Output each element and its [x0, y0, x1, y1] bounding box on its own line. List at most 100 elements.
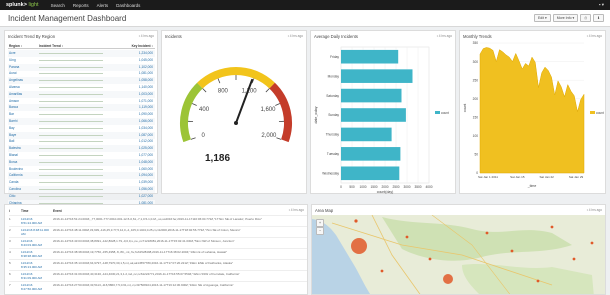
incident-count[interactable]: 1,081,000 [139, 71, 153, 75]
log-row[interactable]: 1 11/12/16 8:51:24.000 AM 2016-11-12T16:51… [9, 215, 307, 225]
incident-count[interactable]: 1,058,000 [139, 78, 153, 82]
log-time[interactable]: 11/12/16 8:27:50.000 AM [21, 283, 49, 291]
log-event[interactable]: 2016-11-12T16:31:09.000Z,40,3130,-124,40… [53, 272, 307, 276]
region-link[interactable]: Alvarsa [9, 85, 20, 89]
region-link[interactable]: Parana [9, 65, 19, 69]
incident-count[interactable]: 1,045,000 [139, 58, 153, 62]
region-link[interactable]: Bali [9, 139, 14, 143]
log-event[interactable]: 2016-11-12T16:51:24.000Z,,,77,0001-777-0… [53, 217, 307, 221]
region-link[interactable]: Carolina [9, 187, 21, 191]
x-tick-label: 0 [340, 185, 342, 189]
incident-count[interactable]: 1,119,000 [139, 105, 153, 109]
y-tick-label: Wednesday [322, 171, 339, 175]
bar[interactable] [341, 88, 402, 103]
more-info-button[interactable]: More Info ▾ [552, 14, 579, 22]
region-link[interactable]: Amarillas [9, 92, 22, 96]
log-time[interactable]: 11/12/16 8:51:24.000 AM [21, 217, 49, 225]
column-header-region[interactable]: Region ↕ [9, 44, 22, 48]
incident-count[interactable]: 1,090,000 [139, 112, 153, 116]
region-link[interactable]: Balestra [9, 146, 21, 150]
log-row[interactable]: 6 11/12/16 8:31:09.000 AM 2016-11-12T16:31… [9, 270, 307, 280]
bar[interactable] [341, 127, 392, 142]
user-menu[interactable]: ▪ ▾ [599, 2, 604, 8]
incident-count[interactable]: 1,071,000 [139, 99, 153, 103]
x-tick-label: Sat Jan 29 [569, 175, 584, 179]
nav-search[interactable]: Search [51, 3, 65, 8]
region-link[interactable]: Amaon [9, 99, 19, 103]
sparkline [39, 107, 103, 109]
region-link[interactable]: Barrhi [9, 119, 18, 123]
region-link[interactable]: Blanal [9, 153, 18, 157]
region-link[interactable]: Aurai [9, 71, 16, 75]
incident-trend-panel: Incident Trend By Region • 4 hrs ago Reg… [4, 30, 158, 217]
incident-count[interactable]: 1,034,000 [139, 126, 153, 130]
nav-dashboards[interactable]: Dashboards [116, 3, 140, 8]
log-time[interactable]: 11/12/16 8:43:03.000 AM [21, 239, 49, 247]
log-event[interactable]: 2016-11-12T16:35:13.000Z,64,9797,-148,79… [53, 261, 307, 265]
incident-count[interactable]: 1,003,000 [139, 92, 153, 96]
export-button[interactable]: ⬇ [593, 14, 604, 22]
area-map[interactable] [312, 215, 606, 295]
incident-count[interactable]: 1,077,000 [139, 153, 153, 157]
incident-count[interactable]: 1,087,000 [139, 133, 153, 137]
incident-count[interactable]: 1,060,000 [139, 167, 153, 171]
log-event[interactable]: 2016-11-12T16:43:03.000Z,38,8091,-122,80… [53, 239, 307, 243]
region-link[interactable]: Bay [9, 126, 15, 130]
log-time[interactable]: 11/12/16 8:35:13.000 AM [21, 261, 49, 269]
log-row[interactable]: 5 11/12/16 8:35:13.000 AM 2016-11-12T16:35… [9, 259, 307, 269]
incident-count[interactable]: 1,234,000 [139, 51, 153, 55]
edit-button[interactable]: Edit ▾ [533, 14, 551, 22]
column-header-time[interactable]: Time [21, 209, 28, 213]
column-header-count[interactable]: Key Incident ↕ [132, 44, 153, 48]
log-row[interactable]: 4 11/12/16 8:38:38.000 AM 2016-11-12T16:38… [9, 248, 307, 258]
log-time[interactable]: 11/12/16 8:48:11.000 AM [21, 228, 49, 236]
nav-alerts[interactable]: Alerts [97, 3, 109, 8]
region-link[interactable]: Bar [9, 112, 14, 116]
region-link[interactable]: Banca [9, 105, 18, 109]
incident-count[interactable]: 1,039,000 [139, 180, 153, 184]
region-link[interactable]: ll-lng [9, 58, 16, 62]
region-link[interactable]: Acre [9, 51, 16, 55]
incident-count[interactable]: 1,025,000 [139, 146, 153, 150]
region-link[interactable]: California [9, 173, 22, 177]
gauge-tick [276, 137, 282, 140]
incident-count[interactable]: 1,066,000 [139, 119, 153, 123]
incident-count[interactable]: 1,140,000 [139, 85, 153, 89]
bar[interactable] [341, 49, 399, 64]
bar[interactable] [341, 166, 400, 181]
area-series[interactable] [479, 47, 585, 174]
column-header-event[interactable]: Event [53, 209, 62, 213]
log-time[interactable]: 11/12/16 8:31:09.000 AM [21, 272, 49, 280]
region-link[interactable]: Canda [9, 180, 18, 184]
log-event[interactable]: 2016-11-12T16:27:50.000Z,33,5113,-116,58… [53, 283, 307, 287]
splunk-logo[interactable]: splunk> light [6, 2, 39, 8]
incident-count[interactable]: 1,102,000 [139, 65, 153, 69]
zoom-out-button[interactable]: − [316, 227, 324, 235]
print-button[interactable]: ⎙ [580, 14, 592, 22]
log-time[interactable]: 11/12/16 8:38:38.000 AM [21, 250, 49, 258]
incident-count[interactable]: 1,012,000 [139, 139, 153, 143]
column-header-trend[interactable]: Incident Trend ↕ [39, 44, 63, 48]
zoom-in-button[interactable]: + [316, 219, 324, 227]
region-link[interactable]: Citio [9, 194, 15, 198]
region-link[interactable]: Borca [9, 160, 17, 164]
incident-count[interactable]: 1,048,000 [139, 160, 153, 164]
incident-count[interactable]: 1,094,000 [139, 173, 153, 177]
log-event[interactable]: 2016-11-12T16:48:11.000Z,33,939,-116,45,… [53, 228, 307, 232]
log-event[interactable]: 2016-11-12T16:38:38.000Z,19,7750,-155,49… [53, 250, 307, 254]
log-row[interactable]: 2 11/12/16 8:48:11.000 AM 2016-11-12T16:48… [9, 226, 307, 236]
sparkline [39, 87, 103, 88]
gauge-tick-label: 800 [218, 89, 229, 95]
log-row[interactable]: 3 11/12/16 8:43:03.000 AM 2016-11-12T16:43… [9, 237, 307, 247]
bar[interactable] [341, 108, 406, 122]
incident-count[interactable]: 1,027,000 [139, 194, 153, 198]
bar[interactable] [341, 69, 413, 83]
incident-count[interactable]: 1,056,000 [139, 187, 153, 191]
nav-reports[interactable]: Reports [73, 3, 89, 8]
region-link[interactable]: Boulevino [9, 167, 23, 171]
region-link[interactable]: Angelinas [9, 78, 23, 82]
table-header: Region ↕ Incident Trend ↕ Key Incident ↕ [8, 44, 155, 49]
region-link[interactable]: Baye [9, 133, 16, 137]
log-row[interactable]: 7 11/12/16 8:27:50.000 AM 2016-11-12T16:27… [9, 281, 307, 291]
bar[interactable] [341, 147, 401, 161]
